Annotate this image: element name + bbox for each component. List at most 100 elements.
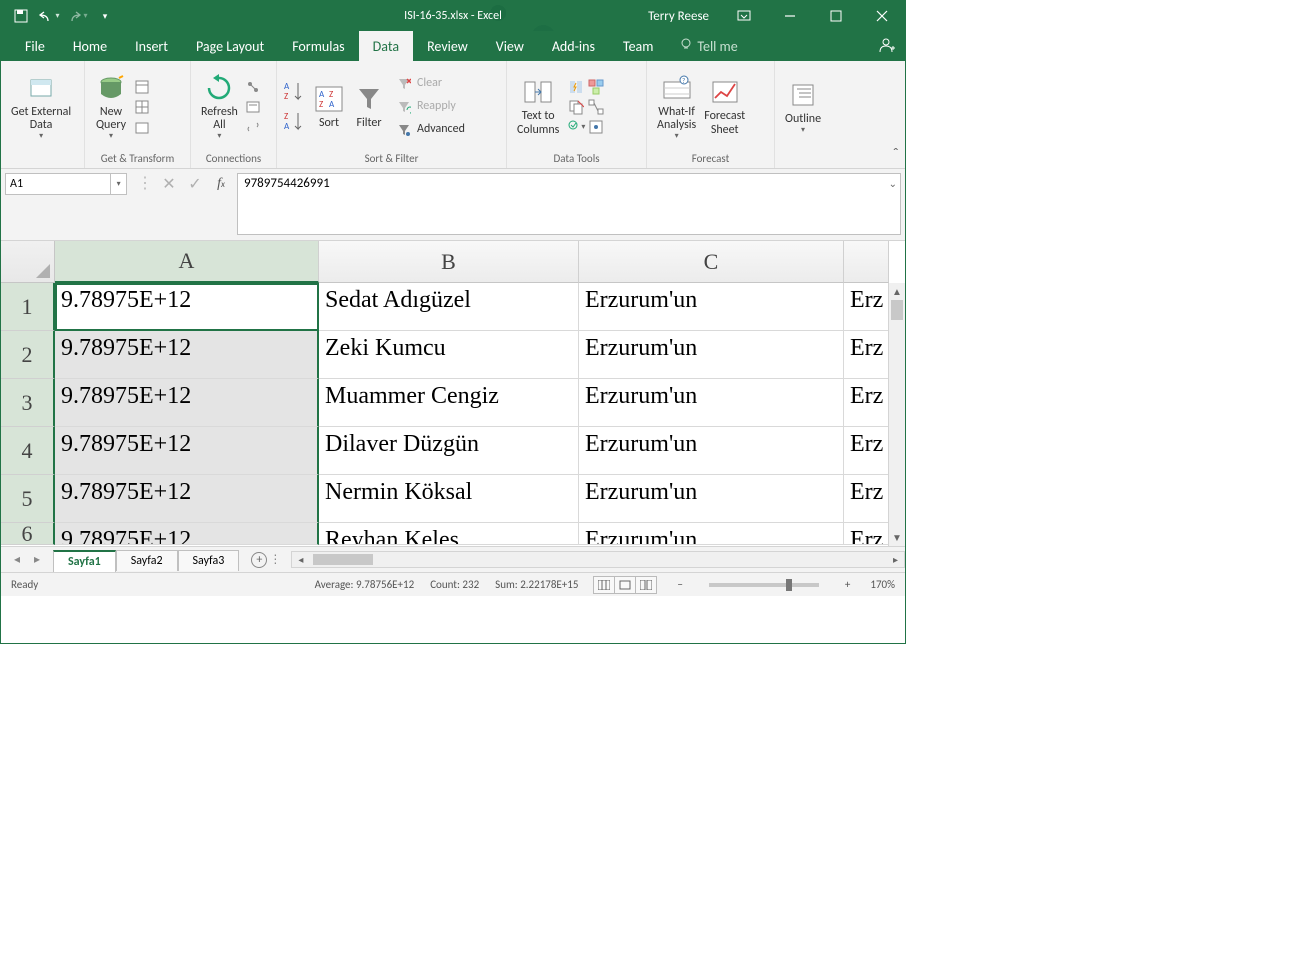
ribbon-display-options-icon[interactable] bbox=[721, 1, 767, 31]
cell-A5[interactable]: 9.78975E+12 bbox=[55, 475, 319, 523]
show-queries-icon[interactable] bbox=[133, 78, 151, 96]
name-box-dropdown[interactable]: ▾ bbox=[111, 173, 127, 195]
qat-customize-icon[interactable]: ▾ bbox=[93, 4, 117, 28]
sheet-tab-sayfa2[interactable]: Sayfa2 bbox=[116, 550, 178, 571]
zoom-out-button[interactable]: − bbox=[673, 578, 686, 591]
view-normal-icon[interactable] bbox=[593, 576, 615, 594]
worksheet-grid[interactable]: A B C 19.78975E+12Sedat AdıgüzelErzurum'… bbox=[1, 241, 905, 546]
cell-D5[interactable]: Erz bbox=[844, 475, 889, 523]
cell-A3[interactable]: 9.78975E+12 bbox=[55, 379, 319, 427]
scroll-left-icon[interactable]: ◂ bbox=[292, 553, 309, 566]
tab-team[interactable]: Team bbox=[609, 31, 667, 61]
zoom-slider[interactable] bbox=[709, 583, 819, 587]
sort-button[interactable]: AZZA Sort bbox=[309, 81, 349, 132]
text-to-columns-button[interactable]: Text to Columns bbox=[513, 74, 563, 138]
cell-B5[interactable]: Nermin Köksal bbox=[319, 475, 579, 523]
new-sheet-button[interactable]: + bbox=[247, 550, 271, 570]
col-header-B[interactable]: B bbox=[319, 241, 579, 283]
scroll-down-icon[interactable]: ▼ bbox=[889, 529, 905, 546]
forecast-sheet-button[interactable]: Forecast Sheet bbox=[700, 74, 749, 138]
hscroll-thumb[interactable] bbox=[313, 554, 373, 565]
scroll-up-icon[interactable]: ▲ bbox=[889, 283, 905, 300]
connections-icon[interactable] bbox=[244, 78, 262, 96]
remove-duplicates-icon[interactable] bbox=[567, 98, 585, 116]
reapply-button[interactable]: Reapply bbox=[393, 97, 467, 117]
recent-sources-icon[interactable] bbox=[133, 118, 151, 136]
cell-A2[interactable]: 9.78975E+12 bbox=[55, 331, 319, 379]
horizontal-scrollbar[interactable]: ◂ ▸ bbox=[291, 551, 905, 568]
sheet-next-icon[interactable]: ▸ bbox=[27, 552, 47, 567]
expand-formula-bar-icon[interactable]: ⌄ bbox=[889, 177, 897, 190]
cell-C3[interactable]: Erzurum'un bbox=[579, 379, 844, 427]
cell-B3[interactable]: Muammer Cengiz bbox=[319, 379, 579, 427]
filter-button[interactable]: Filter bbox=[349, 81, 389, 132]
flash-fill-icon[interactable] bbox=[567, 78, 585, 96]
sheet-prev-icon[interactable]: ◂ bbox=[7, 552, 27, 567]
row-header[interactable]: 4 bbox=[1, 427, 55, 475]
tab-page-layout[interactable]: Page Layout bbox=[182, 31, 278, 61]
outline-button[interactable]: Outline ▾ bbox=[781, 77, 825, 137]
cell-C5[interactable]: Erzurum'un bbox=[579, 475, 844, 523]
manage-data-model-icon[interactable] bbox=[587, 118, 605, 136]
from-table-icon[interactable] bbox=[133, 98, 151, 116]
get-external-data-button[interactable]: Get External Data ▾ bbox=[7, 70, 75, 143]
cell-C2[interactable]: Erzurum'un bbox=[579, 331, 844, 379]
tab-view[interactable]: View bbox=[482, 31, 538, 61]
properties-icon[interactable] bbox=[244, 98, 262, 116]
row-header[interactable]: 1 bbox=[1, 283, 55, 331]
name-box[interactable] bbox=[5, 173, 111, 195]
sheet-tab-sayfa1[interactable]: Sayfa1 bbox=[53, 550, 116, 572]
user-name[interactable]: Terry Reese bbox=[636, 9, 721, 24]
view-page-layout-icon[interactable] bbox=[614, 576, 636, 594]
select-all-corner[interactable] bbox=[1, 241, 55, 283]
new-query-button[interactable]: New Query ▾ bbox=[91, 70, 131, 143]
col-header-D[interactable] bbox=[844, 241, 889, 283]
cell-B1[interactable]: Sedat Adıgüzel bbox=[319, 283, 579, 331]
sort-za-icon[interactable]: ZA bbox=[283, 108, 305, 136]
tab-review[interactable]: Review bbox=[413, 31, 482, 61]
consolidate-icon[interactable] bbox=[587, 78, 605, 96]
cell-A6[interactable]: 9.78975E+12 bbox=[55, 523, 319, 545]
zoom-in-button[interactable]: + bbox=[841, 578, 854, 591]
sort-az-icon[interactable]: AZ bbox=[283, 78, 305, 106]
formula-split-icon[interactable]: ⋮ bbox=[137, 173, 153, 193]
collapse-ribbon-icon[interactable]: ˆ bbox=[893, 145, 899, 164]
scroll-right-icon[interactable]: ▸ bbox=[887, 553, 904, 566]
row-header[interactable]: 2 bbox=[1, 331, 55, 379]
formula-bar[interactable] bbox=[237, 173, 901, 235]
col-header-C[interactable]: C bbox=[579, 241, 844, 283]
scroll-thumb[interactable] bbox=[891, 300, 903, 320]
share-icon[interactable] bbox=[877, 36, 895, 58]
enter-formula-button[interactable]: ✓ bbox=[185, 173, 205, 195]
data-validation-icon[interactable]: ▾ bbox=[567, 118, 585, 136]
relationships-icon[interactable] bbox=[587, 98, 605, 116]
cell-D4[interactable]: Erz bbox=[844, 427, 889, 475]
cell-D6[interactable]: Erz bbox=[844, 523, 889, 545]
row-header[interactable]: 3 bbox=[1, 379, 55, 427]
cell-A1[interactable]: 9.78975E+12 bbox=[55, 283, 319, 331]
tab-file[interactable]: File bbox=[11, 31, 59, 61]
cell-C4[interactable]: Erzurum'un bbox=[579, 427, 844, 475]
close-button[interactable] bbox=[859, 1, 905, 31]
cell-C1[interactable]: Erzurum'un bbox=[579, 283, 844, 331]
view-page-break-icon[interactable] bbox=[635, 576, 657, 594]
cancel-formula-button[interactable]: ✕ bbox=[159, 173, 179, 195]
cell-B4[interactable]: Dilaver Düzgün bbox=[319, 427, 579, 475]
cell-C6[interactable]: Erzurum'un bbox=[579, 523, 844, 545]
cell-A4[interactable]: 9.78975E+12 bbox=[55, 427, 319, 475]
maximize-button[interactable] bbox=[813, 1, 859, 31]
minimize-button[interactable] bbox=[767, 1, 813, 31]
zoom-level[interactable]: 170% bbox=[870, 578, 895, 591]
what-if-analysis-button[interactable]: ? What-If Analysis ▾ bbox=[653, 70, 700, 143]
tab-insert[interactable]: Insert bbox=[121, 31, 182, 61]
undo-icon[interactable]: ▾ bbox=[37, 4, 61, 28]
redo-icon[interactable]: ▾ bbox=[65, 4, 89, 28]
advanced-filter-button[interactable]: Advanced bbox=[393, 120, 467, 140]
row-header[interactable]: 6 bbox=[1, 523, 55, 545]
cell-B6[interactable]: Reyhan Keleş bbox=[319, 523, 579, 545]
tab-formulas[interactable]: Formulas bbox=[278, 31, 358, 61]
col-header-A[interactable]: A bbox=[55, 241, 319, 283]
row-header[interactable]: 5 bbox=[1, 475, 55, 523]
cell-B2[interactable]: Zeki Kumcu bbox=[319, 331, 579, 379]
sheet-tab-sayfa3[interactable]: Sayfa3 bbox=[178, 550, 240, 571]
